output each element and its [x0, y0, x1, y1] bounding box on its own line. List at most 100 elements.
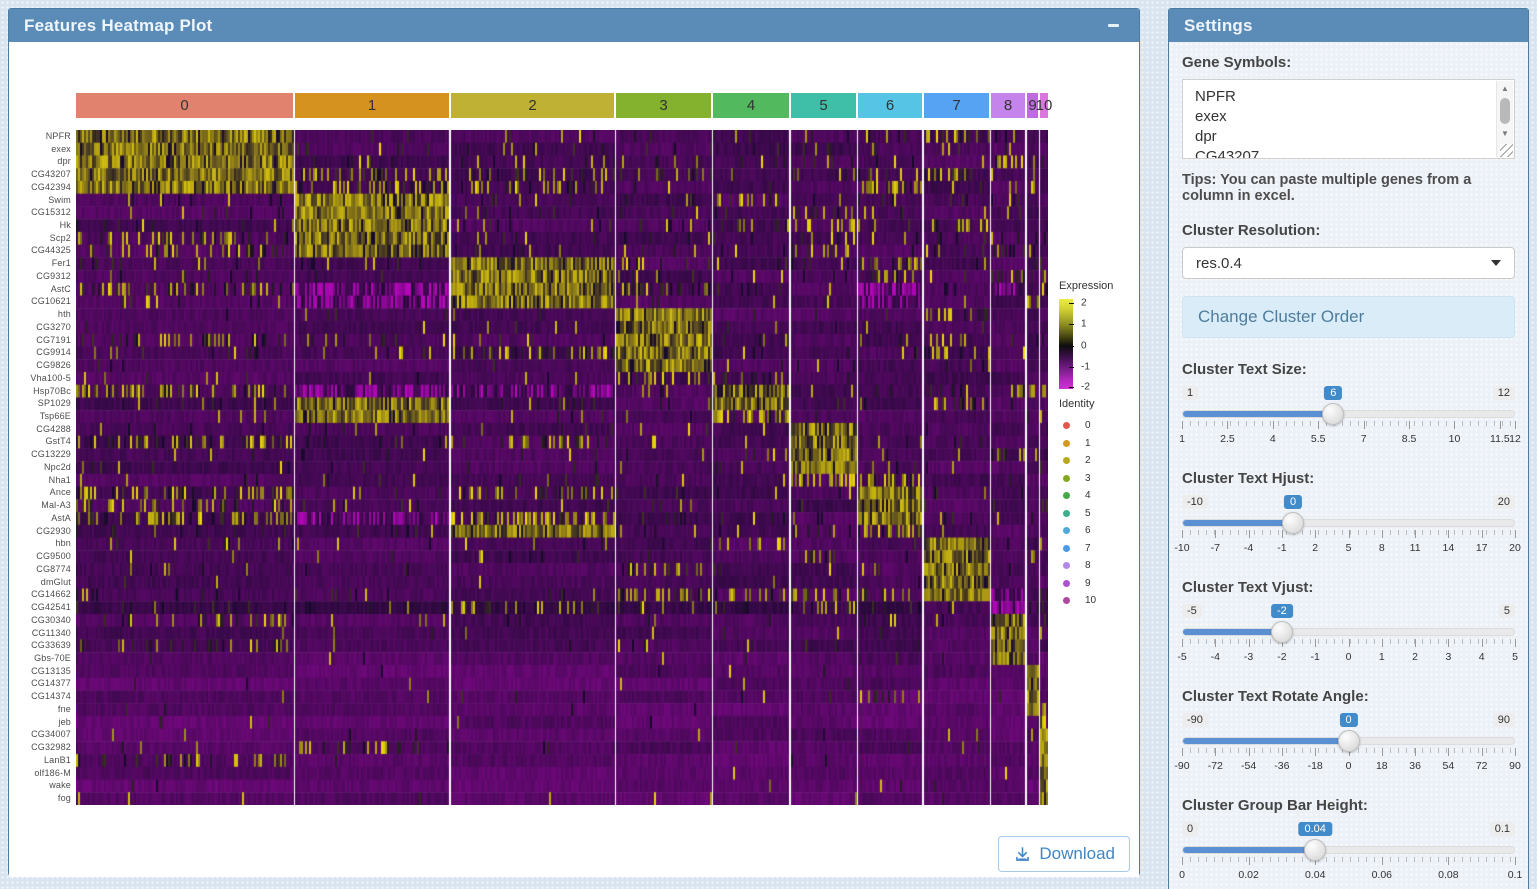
gene-label: CG33639 — [9, 639, 71, 652]
cluster-text-size-min-badge: 1 — [1182, 386, 1198, 400]
collapse-icon[interactable] — [1102, 15, 1124, 37]
gene-label: CG4288 — [9, 423, 71, 436]
cluster-text-rotate-angle-tick-label: -18 — [1308, 760, 1323, 772]
cluster-group-bar-height-track-fill — [1183, 847, 1315, 853]
gene-label: Vha100-5 — [9, 372, 71, 385]
gene-symbols-input[interactable]: NPFRexexdprCG43207 ▲ ▼ — [1182, 79, 1515, 159]
identity-label: 1 — [1085, 438, 1091, 449]
cluster-text-hjust-track[interactable] — [1182, 519, 1515, 527]
settings-panel: Settings Gene Symbols: NPFRexexdprCG4320… — [1168, 8, 1529, 889]
cluster-text-vjust-tick-label: 3 — [1445, 651, 1451, 663]
cluster-group-bar-height-track[interactable] — [1182, 846, 1515, 854]
heatmap-canvas — [76, 130, 1048, 805]
identity-dot — [1063, 597, 1070, 604]
cluster-text-hjust-major-tick — [1382, 530, 1383, 538]
change-cluster-order-button[interactable]: Change Cluster Order — [1182, 296, 1515, 338]
gene-label: CG14374 — [9, 690, 71, 703]
gene-label: Swim — [9, 194, 71, 207]
cluster-text-vjust-handle[interactable] — [1271, 621, 1293, 643]
cluster-text-size-major-tick — [1454, 421, 1455, 429]
gene-label: Scp2 — [9, 232, 71, 245]
cluster-group-bar-height-minor-ticks — [1182, 857, 1515, 862]
identity-item-6: 6 — [1059, 522, 1137, 540]
cluster-text-rotate-angle-tick-label: 72 — [1476, 760, 1488, 772]
cluster-text-size-major-tick — [1227, 421, 1228, 429]
download-icon — [1013, 845, 1032, 864]
cluster-text-rotate-angle-min-badge: -90 — [1182, 713, 1208, 727]
cluster-text-rotate-angle-track-fill — [1183, 738, 1349, 744]
cluster-resolution-select[interactable]: res.0.4 — [1182, 247, 1515, 279]
identity-legend-title: Identity — [1059, 398, 1137, 410]
cluster-text-rotate-angle-track[interactable] — [1182, 737, 1515, 745]
scroll-up-icon[interactable]: ▲ — [1497, 81, 1513, 96]
cluster-text-size-minor-ticks — [1182, 421, 1515, 426]
cluster-text-rotate-angle-tick-label: 36 — [1409, 760, 1421, 772]
cluster-text-vjust-track[interactable] — [1182, 628, 1515, 636]
cluster-group-bar-height-tick-label: 0.1 — [1508, 869, 1523, 881]
gene-label: CG10621 — [9, 296, 71, 309]
cluster-text-hjust-major-tick — [1182, 530, 1183, 538]
cluster-text-size-tick-label: 7 — [1361, 433, 1367, 445]
download-label: Download — [1039, 844, 1115, 864]
scroll-down-icon[interactable]: ▼ — [1497, 126, 1513, 141]
cluster-text-size-major-tick — [1364, 421, 1365, 429]
gene-label: Gbs-70E — [9, 652, 71, 665]
gene-label: CG9312 — [9, 270, 71, 283]
settings-title: Settings — [1184, 16, 1253, 36]
identity-label: 6 — [1085, 525, 1091, 536]
scrollbar-thumb[interactable] — [1500, 98, 1510, 124]
cluster-group-bar-height-handle[interactable] — [1304, 839, 1326, 861]
expression-tick-label: 1 — [1081, 319, 1087, 330]
cluster-text-hjust-major-tick — [1349, 530, 1350, 538]
identity-label: 0 — [1085, 420, 1091, 431]
gene-label: dpr — [9, 155, 71, 168]
resize-grip-icon[interactable] — [1500, 144, 1513, 157]
gene-label: wake — [9, 779, 71, 792]
expression-gradient-bar: 210-1-2 — [1059, 299, 1073, 389]
gene-symbols-value: NPFRexexdprCG43207 — [1183, 80, 1514, 159]
cluster-text-vjust-max-badge: 5 — [1499, 604, 1515, 618]
gene-label: fne — [9, 703, 71, 716]
cluster-text-hjust-tick-label: 14 — [1443, 542, 1455, 554]
cluster-group-bar-height-major-tick — [1249, 857, 1250, 865]
cluster-text-vjust-tick-label: 0 — [1346, 651, 1352, 663]
cluster-resolution-value: res.0.4 — [1196, 255, 1242, 272]
plot-panel-header: Features Heatmap Plot — [9, 9, 1139, 42]
gene-label: AstA — [9, 512, 71, 525]
gene-label: Tsp66E — [9, 410, 71, 423]
cluster-text-vjust-tick-label: 2 — [1412, 651, 1418, 663]
tips-text: Tips: You can paste multiple genes from … — [1182, 172, 1515, 204]
cluster-text-vjust-tick-label: -4 — [1211, 651, 1220, 663]
cluster-text-size-handle[interactable] — [1322, 403, 1344, 425]
cluster-text-vjust-major-tick — [1249, 639, 1250, 647]
cluster-text-size-tick-label: 8.5 — [1402, 433, 1417, 445]
cluster-bar-segment-4: 4 — [713, 93, 789, 118]
gene-label: CG11340 — [9, 627, 71, 640]
gene-label: CG3270 — [9, 321, 71, 334]
cluster-text-rotate-angle-value-badge: 0 — [1339, 713, 1357, 727]
cluster-text-vjust-major-tick — [1415, 639, 1416, 647]
identity-item-0: 0 — [1059, 417, 1137, 435]
cluster-text-vjust-track-fill — [1183, 629, 1282, 635]
cluster-text-hjust-handle[interactable] — [1282, 512, 1304, 534]
gene-label: CG7191 — [9, 334, 71, 347]
gene-label: GstT4 — [9, 436, 71, 449]
cluster-group-bar-height-tick-label: 0.02 — [1238, 869, 1258, 881]
expression-tick — [1069, 324, 1074, 325]
gene-symbols-line: dpr — [1195, 127, 1514, 147]
cluster-text-rotate-angle-major-tick — [1182, 748, 1183, 756]
download-button[interactable]: Download — [998, 836, 1130, 872]
expression-tick-label: 2 — [1081, 297, 1087, 308]
identity-dot — [1063, 510, 1070, 517]
identity-item-9: 9 — [1059, 575, 1137, 593]
chevron-down-icon — [1491, 260, 1501, 266]
identity-dot — [1063, 580, 1070, 587]
gene-label: hth — [9, 308, 71, 321]
cluster-text-size-tick-label: 1 — [1179, 433, 1185, 445]
cluster-text-size-track[interactable] — [1182, 410, 1515, 418]
expression-legend: Expression 210-1-2 — [1059, 280, 1137, 389]
cluster-resolution-label: Cluster Resolution: — [1182, 222, 1515, 239]
cluster-group-bar: 012345678910 — [76, 93, 1048, 118]
cluster-text-rotate-angle-handle[interactable] — [1338, 730, 1360, 752]
identity-label: 3 — [1085, 473, 1091, 484]
